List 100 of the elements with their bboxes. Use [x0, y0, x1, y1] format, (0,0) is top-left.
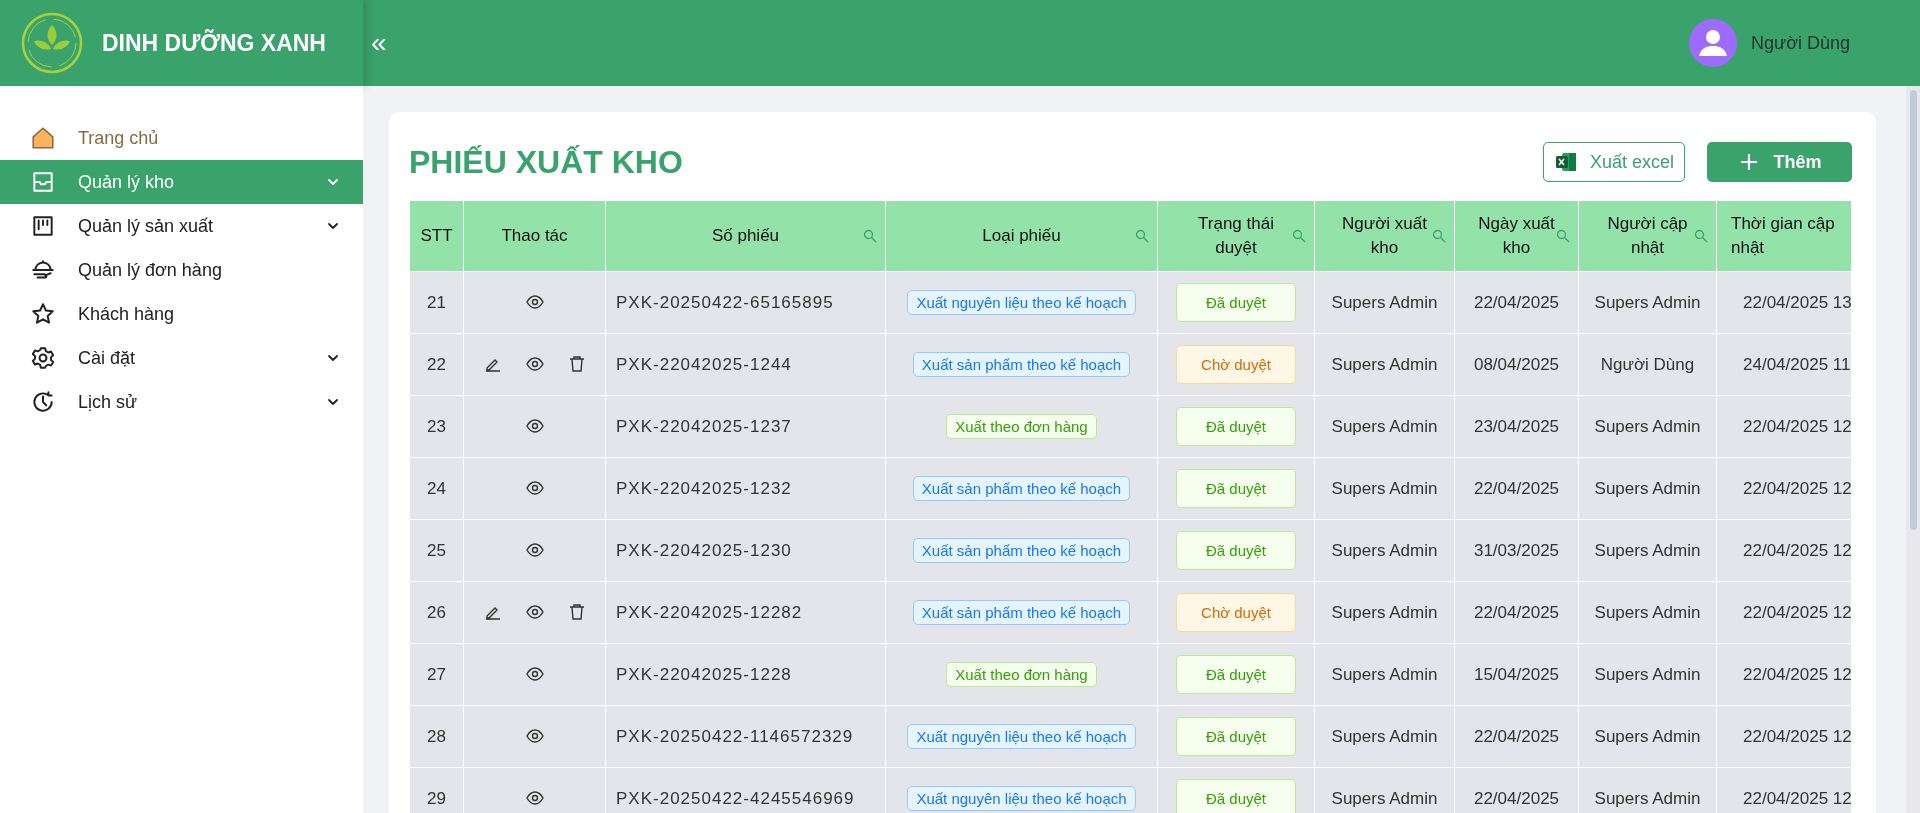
status-tag: Đã duyệt	[1176, 469, 1296, 508]
table-cell: 08/04/2025	[1454, 333, 1579, 396]
export-excel-button[interactable]: Xuất excel	[1542, 142, 1685, 182]
table-cell: Supers Admin	[1578, 581, 1717, 644]
table-cell: Supers Admin	[1578, 767, 1717, 813]
settings-icon	[30, 345, 56, 371]
table-cell: Người Dùng	[1578, 333, 1717, 396]
table-cell: PXK-22042025-12282	[605, 581, 886, 644]
eye-icon	[525, 292, 544, 311]
eye-icon	[525, 788, 544, 807]
table-cell: Supers Admin	[1314, 705, 1455, 768]
table-cell: 22/04/2025 12	[1716, 643, 1852, 706]
eye-icon	[525, 664, 544, 683]
table-cell: 22	[409, 333, 464, 396]
scrollbar[interactable]	[1906, 86, 1920, 813]
status-tag: Đã duyệt	[1176, 655, 1296, 694]
sidebar-item[interactable]: Lịch sử	[0, 380, 363, 424]
table-cell: 27	[409, 643, 464, 706]
table-cell: Supers Admin	[1314, 519, 1455, 582]
table-cell: Supers Admin	[1314, 333, 1455, 396]
spreadsheet-icon	[1553, 150, 1578, 174]
eye-icon	[525, 478, 544, 497]
table-cell: 31/03/2025	[1454, 519, 1579, 582]
sidebar-item[interactable]: Quản lý đơn hàng	[0, 248, 363, 292]
status-tag: Đã duyệt	[1176, 717, 1296, 756]
sidebar-item[interactable]: Trang chủ	[0, 116, 363, 160]
collapse-sidebar-button[interactable]: «	[365, 27, 393, 59]
table-cell: PXK-22042025-1237	[605, 395, 886, 458]
eye-icon	[525, 354, 544, 373]
status-tag: Đã duyệt	[1176, 779, 1296, 813]
sidebar-item[interactable]: Quản lý kho	[0, 160, 363, 204]
type-tag: Xuất theo đơn hàng	[946, 662, 1097, 687]
add-button[interactable]: Thêm	[1707, 142, 1852, 182]
table-cell: 24	[409, 457, 464, 520]
table-cell: 22/04/2025	[1454, 271, 1579, 334]
table-cell: Supers Admin	[1314, 271, 1455, 334]
table-cell: Supers Admin	[1578, 271, 1717, 334]
sidebar-item[interactable]: Cài đặt	[0, 336, 363, 380]
table-cell: 21	[409, 271, 464, 334]
avatar-icon[interactable]	[1689, 19, 1738, 67]
table-cell: Supers Admin	[1314, 581, 1455, 644]
table-cell: Supers Admin	[1314, 643, 1455, 706]
page-title: PHIẾU XUẤT KHO	[409, 143, 684, 181]
table-cell: 22/04/2025 13	[1716, 271, 1852, 334]
sidebar-item[interactable]: Khách hàng	[0, 292, 363, 336]
table-cell: 28	[409, 705, 464, 768]
table-cell: 15/04/2025	[1454, 643, 1579, 706]
trash-icon	[567, 354, 586, 373]
leaf-logo-icon	[20, 11, 84, 75]
table-cell: PXK-20250422-4245546969	[605, 767, 886, 813]
column-header: Người cập nhật	[1578, 200, 1717, 272]
table-cell: 22/04/2025 12	[1716, 457, 1852, 520]
column-header: Thời gian cập nhật	[1716, 200, 1852, 272]
table-cell: 22/04/2025 12	[1716, 581, 1852, 644]
house-icon	[30, 125, 56, 151]
type-tag: Xuất sản phẩm theo kế hoạch	[912, 600, 1131, 625]
type-tag: Xuất nguyên liệu theo kế hoạch	[907, 290, 1136, 315]
column-header: Thao tác	[463, 200, 606, 272]
inbox-icon	[30, 169, 56, 195]
table-cell: Supers Admin	[1578, 519, 1717, 582]
table-cell: 24/04/2025 11	[1716, 333, 1852, 396]
table-cell: 22/04/2025 12	[1716, 395, 1852, 458]
table-cell: PXK-20250422-1146572329	[605, 705, 886, 768]
type-tag: Xuất theo đơn hàng	[946, 414, 1097, 439]
column-header: STT	[409, 200, 464, 272]
table-cell: 22/04/2025	[1454, 457, 1579, 520]
status-tag: Chờ duyệt	[1176, 593, 1296, 632]
column-header: Ngày xuất kho	[1454, 200, 1579, 272]
column-header: Số phiếu	[605, 200, 886, 272]
brand-name: DINH DƯỠNG XANH	[102, 29, 326, 57]
star-icon	[30, 301, 56, 327]
eye-icon	[525, 602, 544, 621]
table-cell: Supers Admin	[1578, 395, 1717, 458]
type-tag: Xuất sản phẩm theo kế hoạch	[912, 352, 1131, 377]
table-cell: PXK-20250422-65165895	[605, 271, 886, 334]
table-cell: 26	[409, 581, 464, 644]
type-tag: Xuất nguyên liệu theo kế hoạch	[907, 724, 1136, 749]
table-cell: 23/04/2025	[1454, 395, 1579, 458]
eye-icon	[525, 726, 544, 745]
eye-icon	[525, 416, 544, 435]
status-tag: Đã duyệt	[1176, 407, 1296, 446]
table-cell: Supers Admin	[1578, 457, 1717, 520]
column-header: Trạng thái duyệt	[1157, 200, 1315, 272]
scroll-thumb[interactable]	[1910, 90, 1917, 530]
table-cell: 29	[409, 767, 464, 813]
table-cell: Supers Admin	[1314, 395, 1455, 458]
trash-icon	[567, 602, 586, 621]
table-cell: 25	[409, 519, 464, 582]
sidebar-item[interactable]: Quản lý sản xuất	[0, 204, 363, 248]
table-cell: 22/04/2025	[1454, 705, 1579, 768]
table-cell: Supers Admin	[1314, 767, 1455, 813]
table-cell: PXK-22042025-1244	[605, 333, 886, 396]
table-cell: Supers Admin	[1578, 705, 1717, 768]
table-cell: 22/04/2025 12	[1716, 705, 1852, 768]
table-cell: PXK-22042025-1230	[605, 519, 886, 582]
user-name[interactable]: Người Dùng	[1751, 32, 1850, 54]
table-cell: 23	[409, 395, 464, 458]
type-tag: Xuất nguyên liệu theo kế hoạch	[907, 786, 1136, 811]
board-icon	[30, 213, 56, 239]
type-tag: Xuất sản phẩm theo kế hoạch	[912, 538, 1131, 563]
